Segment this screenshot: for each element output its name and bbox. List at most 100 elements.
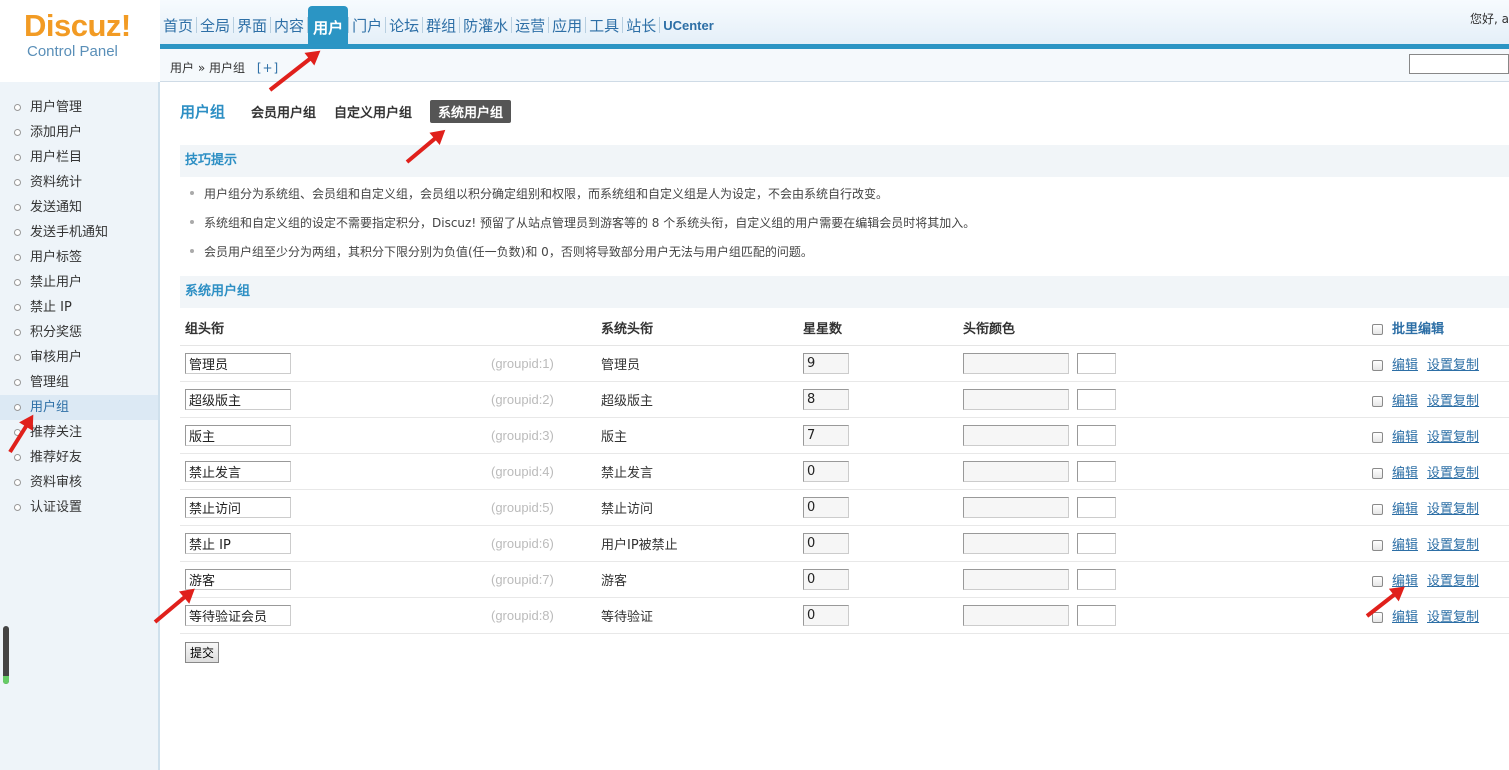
- nav-item-9[interactable]: 运营: [512, 6, 548, 44]
- bullet-icon: [14, 254, 21, 261]
- sidebar-item-2[interactable]: 用户栏目: [0, 145, 158, 170]
- nav-item-13[interactable]: UCenter: [660, 6, 717, 44]
- copy-settings-link[interactable]: 设置复制: [1427, 466, 1479, 481]
- copy-settings-link[interactable]: 设置复制: [1427, 358, 1479, 373]
- sidebar-item-7[interactable]: 禁止用户: [0, 270, 158, 295]
- group-name-input[interactable]: [185, 604, 291, 626]
- row-checkbox[interactable]: [1372, 359, 1383, 371]
- group-name-input[interactable]: [185, 496, 291, 518]
- submit-button[interactable]: 提交: [185, 642, 220, 663]
- system-title-cell: 等待验证: [596, 597, 798, 634]
- group-name-input[interactable]: [185, 352, 291, 374]
- color-input[interactable]: [963, 388, 1069, 410]
- nav-item-0[interactable]: 首页: [160, 6, 196, 44]
- group-name-input[interactable]: [185, 460, 291, 482]
- edit-link[interactable]: 编辑: [1392, 538, 1418, 553]
- sidebar-item-1[interactable]: 添加用户: [0, 120, 158, 145]
- color-swatch[interactable]: [1077, 352, 1116, 374]
- color-swatch[interactable]: [1077, 532, 1116, 554]
- tab-0[interactable]: 会员用户组: [251, 100, 316, 123]
- row-checkbox[interactable]: [1372, 467, 1383, 479]
- nav-item-12[interactable]: 站长: [623, 6, 659, 44]
- copy-settings-link[interactable]: 设置复制: [1427, 394, 1479, 409]
- color-input[interactable]: [963, 424, 1069, 446]
- nav-item-3[interactable]: 内容: [271, 6, 307, 44]
- nav-item-6[interactable]: 论坛: [386, 6, 422, 44]
- color-swatch[interactable]: [1077, 460, 1116, 482]
- nav-item-2[interactable]: 界面: [234, 6, 270, 44]
- nav-item-1[interactable]: 全局: [197, 6, 233, 44]
- group-name-input[interactable]: [185, 532, 291, 554]
- sidebar-item-4[interactable]: 发送通知: [0, 195, 158, 220]
- stars-input[interactable]: [803, 388, 849, 410]
- edit-link[interactable]: 编辑: [1392, 466, 1418, 481]
- table-row: (groupid:2)超级版主 编辑设置复制: [180, 381, 1509, 418]
- tab-2[interactable]: 系统用户组: [430, 100, 512, 123]
- copy-settings-link[interactable]: 设置复制: [1427, 574, 1479, 589]
- stars-input[interactable]: [803, 424, 849, 446]
- color-input[interactable]: [963, 568, 1069, 590]
- nav-item-7[interactable]: 群组: [423, 6, 459, 44]
- row-checkbox[interactable]: [1372, 503, 1383, 515]
- edit-link[interactable]: 编辑: [1392, 502, 1418, 517]
- row-checkbox[interactable]: [1372, 539, 1383, 551]
- logo[interactable]: Discuz! Control Panel: [0, 0, 160, 82]
- sidebar-item-0[interactable]: 用户管理: [0, 95, 158, 120]
- tab-1[interactable]: 自定义用户组: [334, 100, 412, 123]
- color-input[interactable]: [963, 460, 1069, 482]
- nav-item-10[interactable]: 应用: [549, 6, 585, 44]
- sidebar-item-9[interactable]: 积分奖惩: [0, 320, 158, 345]
- bullet-icon: [14, 329, 21, 336]
- copy-settings-link[interactable]: 设置复制: [1427, 430, 1479, 445]
- nav-item-11[interactable]: 工具: [586, 6, 622, 44]
- sidebar-item-8[interactable]: 禁止 IP: [0, 295, 158, 320]
- edit-link[interactable]: 编辑: [1392, 430, 1418, 445]
- search-input[interactable]: [1409, 54, 1509, 74]
- sidebar-scrollbar[interactable]: [3, 626, 9, 684]
- copy-settings-link[interactable]: 设置复制: [1427, 610, 1479, 625]
- sidebar-item-6[interactable]: 用户标签: [0, 245, 158, 270]
- nav-item-4[interactable]: 用户: [308, 6, 349, 48]
- add-shortcut-link[interactable]: [+]: [257, 61, 279, 75]
- row-checkbox[interactable]: [1372, 395, 1383, 407]
- color-swatch[interactable]: [1077, 568, 1116, 590]
- copy-settings-link[interactable]: 设置复制: [1427, 538, 1479, 553]
- group-name-input[interactable]: [185, 388, 291, 410]
- group-name-input[interactable]: [185, 568, 291, 590]
- color-swatch[interactable]: [1077, 604, 1116, 626]
- nav-item-8[interactable]: 防灌水: [460, 6, 511, 44]
- color-input[interactable]: [963, 352, 1069, 374]
- color-swatch[interactable]: [1077, 496, 1116, 518]
- sidebar-item-11[interactable]: 管理组: [0, 370, 158, 395]
- select-all-checkbox[interactable]: [1372, 324, 1383, 336]
- stars-input[interactable]: [803, 568, 849, 590]
- sidebar-item-5[interactable]: 发送手机通知: [0, 220, 158, 245]
- stars-input[interactable]: [803, 604, 849, 626]
- color-input[interactable]: [963, 532, 1069, 554]
- stars-input[interactable]: [803, 352, 849, 374]
- stars-input[interactable]: [803, 496, 849, 518]
- sidebar-item-14[interactable]: 推荐好友: [0, 445, 158, 470]
- stars-input[interactable]: [803, 460, 849, 482]
- nav-item-5[interactable]: 门户: [349, 6, 385, 44]
- edit-link[interactable]: 编辑: [1392, 394, 1418, 409]
- actions-cell: 编辑 设置复制: [1367, 453, 1509, 490]
- row-checkbox[interactable]: [1372, 575, 1383, 587]
- edit-link[interactable]: 编辑: [1392, 358, 1418, 373]
- group-name-input[interactable]: [185, 424, 291, 446]
- sidebar-item-15[interactable]: 资料审核: [0, 470, 158, 495]
- stars-cell: [798, 525, 958, 562]
- sidebar-item-3[interactable]: 资料统计: [0, 170, 158, 195]
- sidebar-item-10[interactable]: 审核用户: [0, 345, 158, 370]
- color-swatch[interactable]: [1077, 388, 1116, 410]
- row-checkbox[interactable]: [1372, 431, 1383, 443]
- sidebar-item-16[interactable]: 认证设置: [0, 495, 158, 520]
- color-swatch[interactable]: [1077, 424, 1116, 446]
- stars-input[interactable]: [803, 532, 849, 554]
- copy-settings-link[interactable]: 设置复制: [1427, 502, 1479, 517]
- color-input[interactable]: [963, 496, 1069, 518]
- edit-link[interactable]: 编辑: [1392, 610, 1418, 625]
- sidebar-item-label: 禁止 IP: [30, 300, 72, 315]
- name-cell: [180, 597, 486, 634]
- color-input[interactable]: [963, 604, 1069, 626]
